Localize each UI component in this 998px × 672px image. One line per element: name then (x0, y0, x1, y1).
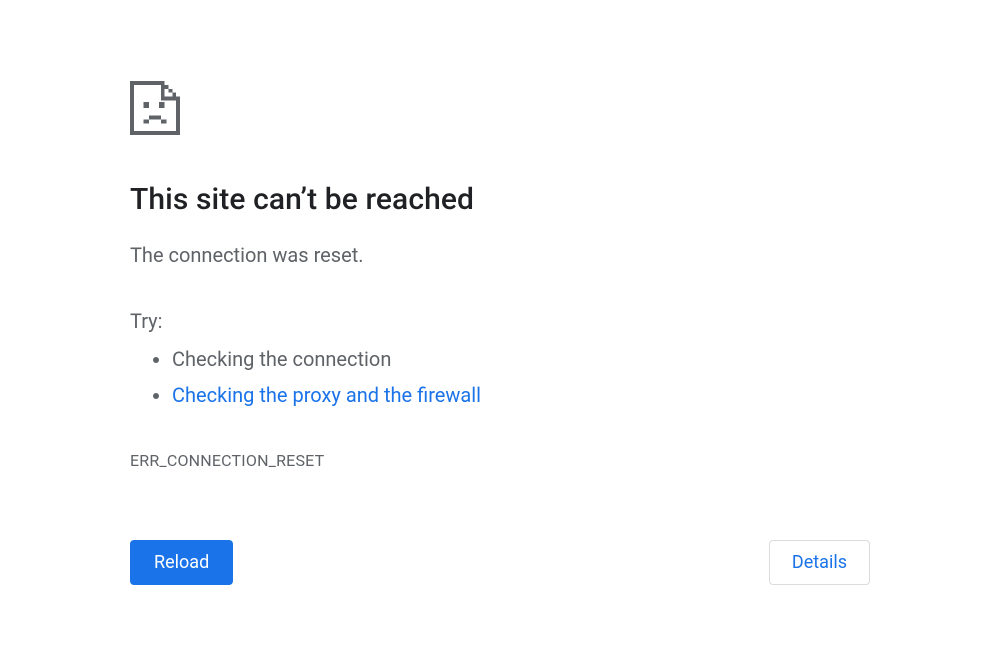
sad-file-icon (130, 80, 740, 136)
suggestion-item: Checking the connection (172, 341, 740, 377)
page-title: This site can’t be reached (130, 182, 740, 217)
action-bar: Reload Details (130, 540, 870, 585)
reload-button[interactable]: Reload (130, 540, 233, 585)
error-message: The connection was reset. (130, 243, 740, 267)
details-button[interactable]: Details (769, 540, 870, 585)
error-page: This site can’t be reached The connectio… (0, 0, 740, 585)
suggestion-item: Checking the proxy and the firewall (172, 377, 740, 413)
suggestions-list: Checking the connection Checking the pro… (130, 341, 740, 413)
suggestion-text: Checking the connection (172, 347, 391, 371)
error-code: ERR_CONNECTION_RESET (130, 451, 740, 470)
suggestion-link[interactable]: Checking the proxy and the firewall (172, 383, 481, 407)
try-label: Try: (130, 309, 740, 333)
